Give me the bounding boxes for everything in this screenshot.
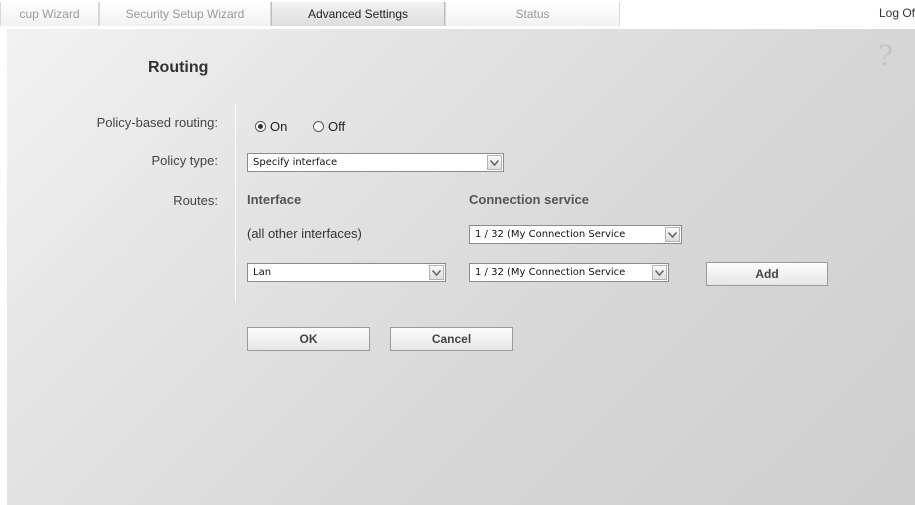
interface-column-header: Interface — [247, 192, 302, 207]
chevron-down-icon[interactable] — [652, 265, 667, 280]
radio-on-indicator[interactable] — [255, 121, 266, 132]
add-route-button[interactable]: Add — [706, 262, 828, 286]
radio-off-label: Off — [328, 119, 346, 134]
tab-security-setup-wizard[interactable]: Security Setup Wizard — [99, 2, 271, 26]
connection-service-select[interactable]: 1 / 32 (My Connection Service — [469, 263, 669, 282]
chevron-down-icon[interactable] — [665, 227, 680, 242]
default-service-value: 1 / 32 (My Connection Service — [475, 229, 626, 240]
cancel-button[interactable]: Cancel — [390, 327, 513, 351]
default-interface-text: (all other interfaces) — [247, 226, 362, 241]
connection-service-value: 1 / 32 (My Connection Service — [475, 267, 626, 278]
radio-on-label: On — [270, 119, 288, 134]
chevron-down-icon[interactable] — [429, 265, 444, 280]
help-icon[interactable]: ? — [878, 39, 893, 72]
page-title: Routing — [148, 59, 209, 76]
policy-type-value: Specify interface — [253, 157, 338, 168]
policy-routing-on-radio[interactable]: On — [255, 119, 287, 134]
logoff-link[interactable]: Log Of — [879, 6, 915, 20]
tab-status[interactable]: Status — [445, 2, 620, 26]
chevron-down-icon[interactable] — [487, 155, 502, 170]
radio-off-indicator[interactable] — [313, 121, 324, 132]
interface-select-value: Lan — [253, 267, 272, 278]
tab-advanced-settings[interactable]: Advanced Settings — [271, 2, 445, 26]
policy-type-select[interactable]: Specify interface — [247, 153, 504, 172]
interface-select[interactable]: Lan — [247, 263, 446, 282]
content-panel: ? Routing Policy-based routing: On Off P… — [7, 29, 915, 505]
column-divider — [235, 104, 236, 302]
ok-button[interactable]: OK — [247, 327, 370, 351]
tab-setup-wizard[interactable]: cup Wizard — [0, 2, 99, 26]
routes-label: Routes: — [173, 193, 218, 208]
tab-bar: cup Wizard Security Setup Wizard Advance… — [0, 0, 915, 29]
policy-routing-off-radio[interactable]: Off — [313, 119, 345, 134]
default-service-select[interactable]: 1 / 32 (My Connection Service — [469, 225, 682, 244]
connection-service-column-header: Connection service — [469, 192, 589, 207]
policy-type-label: Policy type: — [151, 153, 218, 168]
policy-routing-label: Policy-based routing: — [96, 115, 218, 130]
